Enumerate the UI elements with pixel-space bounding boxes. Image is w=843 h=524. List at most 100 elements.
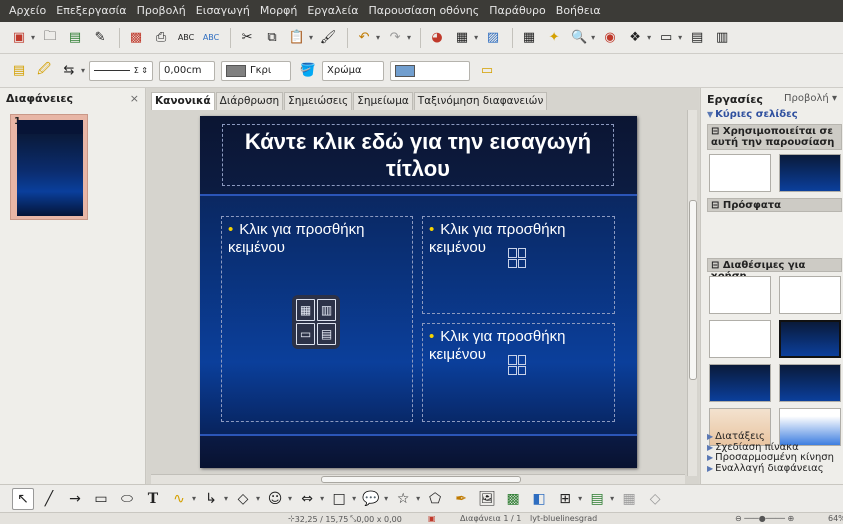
flowchart-icon[interactable]: □ — [328, 488, 350, 510]
arrow-style-icon[interactable]: ⇆ — [58, 60, 80, 82]
menu-tools[interactable]: Εργαλεία — [302, 0, 363, 22]
arrange-icon[interactable]: ▤ — [586, 488, 608, 510]
slide-thumbnail[interactable]: 1 — [10, 114, 88, 220]
close-icon[interactable]: × — [130, 92, 139, 105]
slide-layout-icon[interactable]: ▭ — [655, 27, 677, 49]
area-color-select[interactable] — [390, 60, 471, 81]
chevron-down-icon[interactable]: ▾ — [610, 494, 614, 503]
insert-video-icon[interactable] — [517, 365, 526, 375]
master-thumbnail[interactable] — [709, 276, 771, 314]
draw-functions-icon[interactable]: ❖ — [624, 27, 646, 49]
chevron-down-icon[interactable]: ▾ — [31, 33, 35, 42]
chevron-down-icon[interactable]: ▾ — [256, 494, 260, 503]
open-folder-icon[interactable]: 🗀 — [39, 27, 61, 49]
print-icon[interactable]: ⎙ — [150, 27, 172, 49]
horizontal-scroll-thumb[interactable] — [321, 476, 521, 483]
master-thumbnail[interactable] — [779, 154, 841, 192]
spellcheck-icon[interactable]: ABC — [175, 27, 197, 49]
insert-image-icon[interactable]: ▭ — [296, 323, 315, 345]
chevron-down-icon[interactable]: ▾ — [309, 33, 313, 42]
zoom-slider[interactable]: ⊖ ───●──── ⊕ — [735, 514, 794, 523]
insert-video-icon[interactable] — [517, 258, 526, 268]
chevron-down-icon[interactable]: ▾ — [474, 33, 478, 42]
chevron-down-icon[interactable]: ▾ — [578, 494, 582, 503]
insert-table-icon[interactable]: ▦ — [296, 299, 315, 321]
area-style-select[interactable]: Χρώμα — [322, 60, 385, 81]
line-color-select[interactable]: Γκρι — [221, 60, 292, 81]
insert-object-panel[interactable] — [507, 354, 527, 376]
recent-header[interactable]: ⊟ Πρόσφατα — [707, 198, 842, 212]
chevron-down-icon[interactable]: ▾ — [192, 494, 196, 503]
menu-format[interactable]: Μορφή — [255, 0, 302, 22]
grid-icon[interactable]: ▦ — [518, 27, 540, 49]
connector-icon[interactable]: ↳ — [200, 488, 222, 510]
chevron-down-icon[interactable]: ▾ — [384, 494, 388, 503]
tab-slide-sorter[interactable]: Ταξινόμηση διαφανειών — [413, 92, 548, 110]
line-style-select[interactable]: Σ ⇕ — [89, 60, 154, 81]
area-icon[interactable]: 🪣 — [297, 60, 319, 82]
line-width-input[interactable]: 0,00cm — [159, 60, 216, 81]
chevron-down-icon[interactable]: ▾ — [407, 33, 411, 42]
align-icon[interactable]: ⊞ — [554, 488, 576, 510]
chevron-down-icon[interactable]: ▾ — [288, 494, 292, 503]
shadow-tool-icon[interactable]: ▦ — [618, 488, 640, 510]
block-arrows-icon[interactable]: ⇔ — [296, 488, 318, 510]
fontwork-icon[interactable]: ✒ — [450, 488, 472, 510]
chevron-down-icon[interactable]: ▾ — [678, 33, 682, 42]
text-tool-icon[interactable]: T — [142, 488, 164, 510]
insert-table-icon[interactable] — [508, 248, 517, 258]
basic-shapes-icon[interactable]: ◇ — [232, 488, 254, 510]
insert-chart-icon[interactable] — [517, 355, 526, 365]
menu-edit[interactable]: Επεξεργασία — [51, 0, 131, 22]
insert-object-panel[interactable]: ▦ ▥ ▭ ▤ — [292, 295, 340, 349]
insert-table-icon[interactable] — [508, 355, 517, 365]
tab-notes[interactable]: Σημειώσεις — [284, 92, 353, 110]
autospellcheck-icon[interactable]: ABC — [200, 27, 222, 49]
callouts-icon[interactable]: 💬 — [360, 488, 382, 510]
task-pane-view-menu[interactable]: Προβολή ▾ — [784, 93, 837, 106]
stars-icon[interactable]: ☆ — [392, 488, 414, 510]
vertical-scrollbar[interactable] — [687, 110, 697, 476]
insert-chart-icon[interactable] — [517, 248, 526, 258]
new-slide-icon[interactable]: ▤ — [686, 27, 708, 49]
symbol-shapes-icon[interactable]: ☺ — [264, 488, 286, 510]
chevron-down-icon[interactable]: ▾ — [376, 33, 380, 42]
save-icon[interactable]: ▤ — [64, 27, 86, 49]
slide-canvas[interactable]: Κάντε κλικ εδώ για την εισαγωγή τίτλου •… — [200, 116, 637, 468]
vertical-scroll-thumb[interactable] — [689, 200, 697, 380]
gallery-icon[interactable]: ▩ — [502, 488, 524, 510]
clone-format-icon[interactable]: 🖌 — [317, 27, 339, 49]
insert-video-icon[interactable]: ▤ — [317, 323, 336, 345]
navigator-icon[interactable]: ✦ — [543, 27, 565, 49]
master-thumbnail[interactable] — [779, 276, 841, 314]
redo-icon[interactable]: ↷ — [384, 27, 406, 49]
from-file-icon[interactable]: 🖼 — [476, 488, 498, 510]
master-pages-section[interactable]: ▼ Κύριες σελίδες — [701, 108, 843, 121]
content-placeholder-left[interactable]: • Κλικ για προσθήκη κειμένου ▦ ▥ ▭ ▤ — [221, 216, 413, 422]
cut-icon[interactable]: ✂ — [236, 27, 258, 49]
chevron-down-icon[interactable]: ▾ — [591, 33, 595, 42]
master-thumbnail[interactable] — [709, 154, 771, 192]
chevron-down-icon[interactable]: ▾ — [352, 494, 356, 503]
image-icon[interactable]: ▨ — [482, 27, 504, 49]
chevron-down-icon[interactable]: ▾ — [416, 494, 420, 503]
tab-handout[interactable]: Σημείωμα — [353, 92, 413, 110]
export-pdf-icon[interactable]: ▩ — [125, 27, 147, 49]
new-document-icon[interactable]: ▣ — [8, 27, 30, 49]
ellipse-icon[interactable]: ⬭ — [116, 488, 138, 510]
insert-object-panel[interactable] — [507, 247, 527, 269]
points-icon[interactable]: ⬠ — [424, 488, 446, 510]
menu-slideshow[interactable]: Παρουσίαση οθόνης — [363, 0, 484, 22]
master-thumbnail-selected[interactable] — [779, 320, 841, 358]
zoom-icon[interactable]: 🔍 — [568, 27, 590, 49]
chevron-down-icon[interactable]: ▾ — [81, 66, 85, 75]
slide-transition-link[interactable]: ▶ Εναλλαγή διαφάνειας — [707, 463, 834, 475]
insert-chart-icon[interactable]: ▥ — [317, 299, 336, 321]
slideshow-icon[interactable]: ◉ — [599, 27, 621, 49]
menu-file[interactable]: Αρχείο — [4, 0, 51, 22]
content-placeholder-right-bottom[interactable]: • Κλικ για προσθήκη κειμένου — [422, 323, 615, 422]
master-thumbnail[interactable] — [709, 320, 771, 358]
used-in-presentation-header[interactable]: ⊟ Χρησιμοποιείται σε αυτή την παρουσίαση — [707, 124, 842, 150]
tab-normal[interactable]: Κανονικά — [151, 92, 215, 110]
menu-window[interactable]: Παράθυρο — [484, 0, 551, 22]
